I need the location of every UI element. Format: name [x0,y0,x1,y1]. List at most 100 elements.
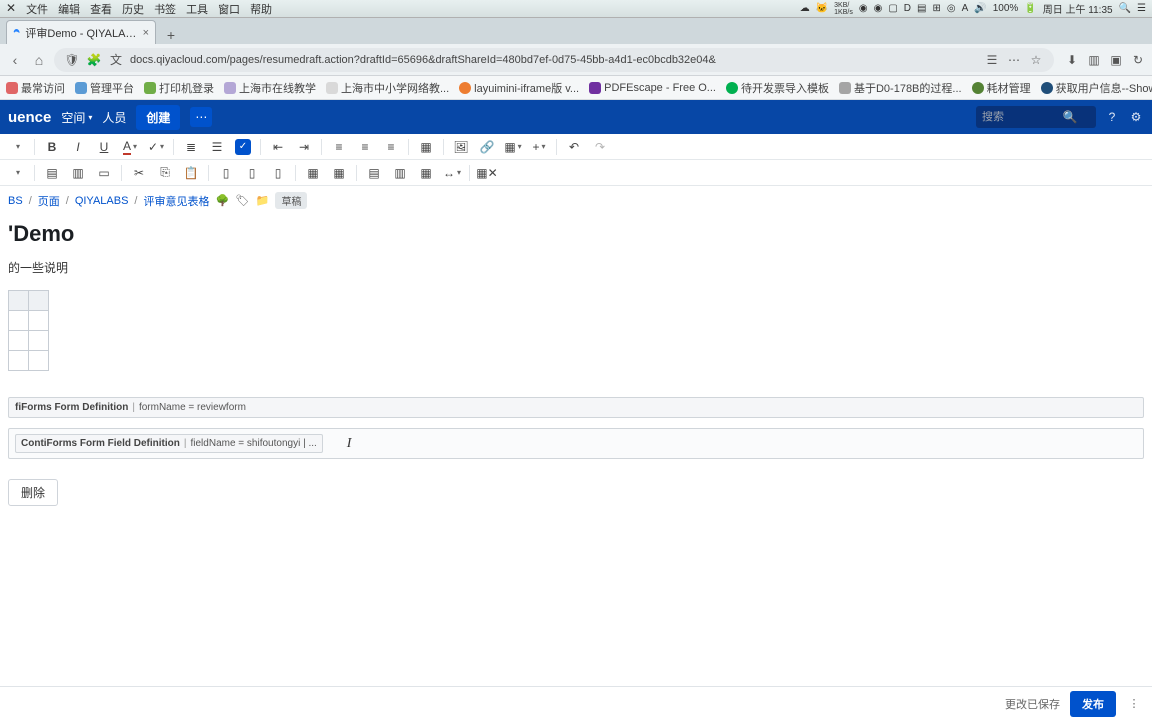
table-cell[interactable] [9,331,29,351]
align-right-button[interactable]: ≡ [380,136,402,158]
delete-col-button[interactable]: ▯ [267,162,289,184]
paste-row-button[interactable]: 📋 [180,162,202,184]
bold-button[interactable]: B [41,136,63,158]
outdent-button[interactable]: ⇤ [267,136,289,158]
library-icon[interactable]: ▥ [1086,52,1102,68]
reload-icon[interactable]: ↻ [1130,52,1146,68]
bookmark-item[interactable]: 耗材管理 [972,80,1031,96]
search-input[interactable] [982,111,1062,123]
publish-more-icon[interactable]: ⋮ [1126,697,1142,710]
search-icon[interactable]: 🔍 [1062,109,1078,125]
create-more-button[interactable]: ⋯ [190,107,212,127]
task-list-button[interactable]: ✓ [232,136,254,158]
mac-menu-history[interactable]: 历史 [122,1,144,17]
underline-button[interactable]: U [93,136,115,158]
sidebar-icon[interactable]: ▣ [1108,52,1124,68]
insert-link-button[interactable]: 🔗 [476,136,498,158]
insert-image-button[interactable]: 🖼 [450,136,472,158]
cell-shade-button[interactable]: ▦ [415,162,437,184]
bookmark-star-icon[interactable]: ☆ [1028,52,1044,68]
table-cell[interactable] [9,311,29,331]
nav-space[interactable]: 空间▾ [61,109,92,126]
restrictions-icon[interactable]: 📁 [255,194,269,208]
bookmark-item[interactable]: PDFEscape - Free O... [589,82,716,94]
table-cell[interactable] [9,351,29,371]
align-left-button[interactable]: ≡ [328,136,350,158]
text-cursor[interactable]: I [347,436,352,452]
nav-back-icon[interactable]: ‹ [6,51,24,69]
insert-row-after-button[interactable]: ▥ [67,162,89,184]
macro-field-row[interactable]: ContiForms Form Field Definition | field… [8,428,1144,459]
address-field[interactable]: 🛡 🧩 文 docs.qiyacloud.com/pages/resumedra… [54,48,1054,72]
number-list-button[interactable]: ☰ [206,136,228,158]
table-header-cell[interactable] [9,291,29,311]
mac-menu-bookmarks[interactable]: 书签 [154,1,176,17]
settings-gear-icon[interactable]: ⚙ [1128,109,1144,125]
bookmark-item[interactable]: layuimini-iframe版 v... [459,80,579,96]
bookmark-item[interactable]: 待开发票导入模板 [726,80,829,96]
table-cell[interactable] [29,311,49,331]
bookmark-item[interactable]: 管理平台 [75,80,134,96]
tab-close-icon[interactable]: × [143,27,149,39]
cut-row-button[interactable]: ✂ [128,162,150,184]
split-cell-button[interactable]: ▦ [328,162,350,184]
delete-table-button[interactable]: ▦✕ [476,162,498,184]
macro-form-definition[interactable]: fiForms Form Definition | formName = rev… [8,397,1144,418]
delete-button[interactable]: 删除 [8,479,58,506]
insert-table-button[interactable]: ▦ [502,136,524,158]
undo-button[interactable]: ↶ [563,136,585,158]
search-box[interactable]: 🔍 [976,106,1096,128]
crumb-project[interactable]: QIYALABS [75,195,129,207]
bookmark-item[interactable]: 上海市中小学网络教... [326,80,449,96]
align-center-button[interactable]: ≡ [354,136,376,158]
crumb-pages[interactable]: 页面 [38,193,60,209]
insert-row-before-button[interactable]: ▤ [41,162,63,184]
crumb-parent[interactable]: 评审意见表格 [143,193,209,209]
insert-more-button[interactable]: + [528,136,550,158]
create-button[interactable]: 创建 [136,105,180,130]
editor-content[interactable]: 'Demo 的一些说明 fiForms Form Definition | fo… [0,215,1152,514]
nav-home-icon[interactable]: ⌂ [30,51,48,69]
crumb-space[interactable]: BS [8,195,23,207]
help-icon[interactable]: ? [1104,109,1120,125]
merge-cells-button[interactable]: ▦ [302,162,324,184]
page-title[interactable]: 'Demo [8,221,1144,247]
bookmark-item[interactable]: 基于D0-178B的过程... [839,80,962,96]
label-icon[interactable]: 🏷 [235,194,249,208]
paragraph-style-dropdown[interactable] [6,136,28,158]
indent-button[interactable]: ⇥ [293,136,315,158]
status-menu-icon[interactable]: ☰ [1137,3,1146,14]
macro-field-definition[interactable]: ContiForms Form Field Definition | field… [15,434,323,453]
delete-row-button[interactable]: ▭ [93,162,115,184]
page-description[interactable]: 的一些说明 [8,259,1144,276]
more-icon[interactable]: ⋯ [1006,52,1022,68]
redo-button[interactable]: ↷ [589,136,611,158]
confluence-logo[interactable]: uence [8,109,51,126]
mac-menu-window[interactable]: 窗口 [218,1,240,17]
mac-menu-view[interactable]: 查看 [90,1,112,17]
mac-menu-edit[interactable]: 编辑 [58,1,80,17]
table-header-cell[interactable] [29,291,49,311]
table-cell[interactable] [29,331,49,351]
mac-menu-file[interactable]: 文件 [26,1,48,17]
copy-row-button[interactable]: ⎘ [154,162,176,184]
table-width-button[interactable]: ↔ [441,162,463,184]
insert-col-before-button[interactable]: ▯ [215,162,237,184]
header-row-button[interactable]: ▤ [363,162,385,184]
text-color-button[interactable]: A [119,136,141,158]
publish-button[interactable]: 发布 [1070,691,1116,717]
reader-icon[interactable]: ☰ [984,52,1000,68]
mac-menu-help[interactable]: 帮助 [250,1,272,17]
layout-button[interactable]: ▦ [415,136,437,158]
status-search-icon[interactable]: 🔍 [1119,3,1131,14]
insert-col-after-button[interactable]: ▯ [241,162,263,184]
table-cell[interactable] [29,351,49,371]
bullet-list-button[interactable]: ≣ [180,136,202,158]
new-tab-button[interactable]: + [160,26,182,44]
bookmark-item[interactable]: 打印机登录 [144,80,214,96]
bookmark-item[interactable]: 上海市在线教学 [224,80,316,96]
nav-people[interactable]: 人员 [102,109,126,126]
header-col-button[interactable]: ▥ [389,162,411,184]
bookmark-item[interactable]: 获取用户信息--Show... [1041,80,1152,96]
mac-menu-tools[interactable]: 工具 [186,1,208,17]
